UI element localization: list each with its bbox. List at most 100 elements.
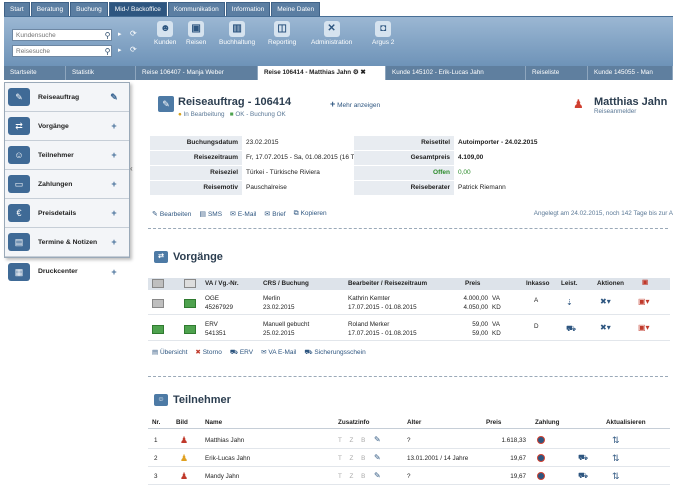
history-icon[interactable]: ⟳: [130, 29, 140, 39]
row-ok-icon: [184, 299, 196, 308]
add-icon[interactable]: +: [107, 150, 121, 160]
collapse-sidebar-icon[interactable]: ‹: [130, 164, 133, 173]
customer-name[interactable]: Matthias Jahn: [594, 96, 669, 108]
info-value: 0,00: [458, 169, 471, 176]
edit-icon[interactable]: ✎: [374, 435, 381, 444]
sidebar-item-zahlungen[interactable]: ▭ Zahlungen +: [5, 170, 129, 199]
top-tab-beratung[interactable]: Beratung: [30, 2, 70, 16]
table-row[interactable]: 3 ♟ Mandy Jahn T Z B ✎? 19,67 ⛟ ⇅: [148, 469, 670, 485]
sidebar-item-teilnehmer[interactable]: ☺ Teilnehmer +: [5, 141, 129, 170]
history-icon[interactable]: ⟳: [130, 45, 140, 55]
more-button[interactable]: + Mehr anzeigen: [330, 99, 380, 109]
payment-icon[interactable]: [537, 472, 545, 480]
service-icon[interactable]: ⛟: [578, 453, 588, 463]
table-row[interactable]: 2 ♟ Erik-Lucas Jahn T Z B ✎ 13.01.2001 / 14 J…: [148, 451, 670, 467]
extra-info-flags: T Z B: [338, 455, 369, 462]
brief-button[interactable]: ✉ Brief: [264, 210, 285, 218]
add-icon[interactable]: +: [107, 237, 121, 247]
doc-tab[interactable]: Reise 106407 - Manja Weber: [136, 66, 258, 80]
payment-icon[interactable]: [537, 436, 545, 444]
column-header: Nr.: [152, 419, 161, 426]
copy-icon: ⧉: [293, 210, 299, 217]
doc-tab[interactable]: Reiseliste: [526, 66, 588, 80]
table-row[interactable]: ERV 541351 Manuell gebucht 25.02.2015 Roland…: [148, 319, 670, 341]
top-tab-start[interactable]: Start: [4, 2, 30, 16]
customer-search-input[interactable]: [13, 30, 104, 40]
search-icon[interactable]: ⚲: [104, 31, 111, 40]
refresh-icon[interactable]: ⇅: [612, 453, 620, 464]
doc-tab[interactable]: Reise 106414 - Matthias Jahn ⚙ ✖: [258, 66, 386, 80]
erv-button[interactable]: ⛟ ERV: [230, 348, 253, 357]
table-row[interactable]: OGE 45267929 Merlin 23.02.2015 Kathrin Kemte…: [148, 293, 670, 315]
storno-button[interactable]: ✖ Storno: [195, 348, 221, 357]
add-icon[interactable]: +: [107, 267, 121, 277]
top-tab-mid-backoffice[interactable]: Mid-/ Backoffice: [108, 2, 167, 16]
toolbar-reisen-button[interactable]: ▣ Reisen: [186, 21, 206, 46]
kopieren-button[interactable]: ⧉ Kopieren: [294, 210, 327, 218]
edit-icon[interactable]: ✎: [374, 471, 381, 480]
settings-menu-icon: ▣▾: [638, 323, 650, 332]
va-e-mail-button[interactable]: ✉ VA E-Mail: [261, 348, 296, 357]
action-label: Brief: [272, 211, 286, 218]
refresh-icon[interactable]: ⇅: [612, 435, 620, 446]
booking-date: 23.02.2015: [263, 304, 295, 311]
info-row: Reisetitel Autoimporter - 24.02.2015: [354, 135, 594, 150]
checkbox-icon[interactable]: [152, 279, 164, 288]
sidebar-item-vorg-nge[interactable]: ⇄ Vorgänge +: [5, 112, 129, 141]
sidebar: ✎ Reiseauftrag ✎ ⇄ Vorgänge + ☺ Teilnehmer + ▭ Zah…: [4, 82, 130, 281]
toolbar-reporting-button[interactable]: ◫ Reporting: [268, 21, 296, 46]
arrow-right-icon[interactable]: ▸: [118, 46, 126, 56]
settings-icon[interactable]: ▣: [642, 279, 648, 286]
sidebar-item-preisdetails[interactable]: € Preisdetails +: [5, 199, 129, 228]
add-icon[interactable]: +: [107, 179, 121, 189]
arrow-right-icon[interactable]: ▸: [118, 30, 126, 40]
toolbar-argus-2-button[interactable]: ◘ Argus 2: [372, 21, 394, 46]
-bersicht-button[interactable]: ▤ Übersicht: [152, 348, 187, 357]
toolbar-administration-button[interactable]: ✕ Administration: [311, 21, 352, 46]
customer-search-field[interactable]: ⚲: [12, 29, 112, 41]
teilnehmer-title: Teilnehmer: [173, 394, 231, 406]
sidebar-item-druckcenter[interactable]: ▦ Druckcenter +: [5, 257, 129, 286]
edit-icon[interactable]: ✎: [107, 92, 121, 103]
toolbar-buchhaltung-button[interactable]: ▥ Buchhaltung: [219, 21, 255, 46]
doc-tab-label: Startseite: [10, 69, 37, 76]
doc-tab[interactable]: Kunde 145102 - Erik-Lucas Jahn: [386, 66, 526, 80]
doc-tab[interactable]: Kunde 145055 - Man: [588, 66, 673, 80]
agent-name: Kathrin Kemter: [348, 295, 390, 302]
sidebar-item-reiseauftrag[interactable]: ✎ Reiseauftrag ✎: [5, 83, 129, 112]
column-header: Inkasso: [526, 280, 550, 287]
participant-name: Erik-Lucas Jahn: [205, 455, 251, 462]
sms-button[interactable]: ▤ SMS: [199, 210, 222, 218]
top-tab-information[interactable]: Information: [225, 2, 271, 16]
close-icon[interactable]: ✖: [360, 69, 365, 76]
doc-tab[interactable]: Startseite: [4, 66, 66, 80]
payment-icon[interactable]: [537, 454, 545, 462]
sicherungsschein-button[interactable]: ⛟ Sicherungsschein: [304, 348, 365, 357]
add-icon[interactable]: +: [107, 121, 121, 131]
toolbar-kunden-button[interactable]: ☻ Kunden: [154, 21, 176, 46]
trip-search-field[interactable]: ⚲: [12, 45, 112, 57]
search-icon[interactable]: ⚲: [104, 47, 111, 56]
toolbar-label: Administration: [311, 39, 353, 46]
edit-icon[interactable]: ✎: [374, 453, 381, 462]
e-mail-button[interactable]: ✉ E-Mail: [230, 210, 256, 218]
column-header: Preis: [486, 419, 502, 426]
cancel-icon: ✖: [195, 349, 203, 356]
table-row[interactable]: 1 ♟ Matthias Jahn T Z B ✎? 1.618,33 ⇅: [148, 433, 670, 449]
top-tab-kommunikation[interactable]: Kommunikation: [167, 2, 225, 16]
top-tab-meine-daten[interactable]: Meine Daten: [271, 2, 321, 16]
price-kd: 4.050,00: [463, 304, 488, 311]
top-tab-buchung[interactable]: Buchung: [70, 2, 108, 16]
refresh-icon[interactable]: ⇅: [612, 471, 620, 482]
pin-icon[interactable]: ⚙: [351, 69, 360, 76]
doc-tab[interactable]: Statistik: [66, 66, 136, 80]
checkbox-icon[interactable]: [184, 279, 196, 288]
bearbeiten-button[interactable]: ✎ Bearbeiten: [152, 210, 191, 218]
sidebar-item-label: Vorgänge: [38, 122, 69, 130]
add-icon[interactable]: +: [107, 208, 121, 218]
service-icon[interactable]: ⛟: [578, 471, 588, 481]
trip-search-input[interactable]: [13, 46, 104, 56]
doc-tab-label: Reise 106414 - Matthias Jahn: [264, 69, 352, 76]
created-info: Angelegt am 24.02.2015, noch 142 Tage bi…: [533, 210, 673, 217]
sidebar-item-termine-notizen[interactable]: ▤ Termine & Notizen +: [5, 228, 129, 257]
